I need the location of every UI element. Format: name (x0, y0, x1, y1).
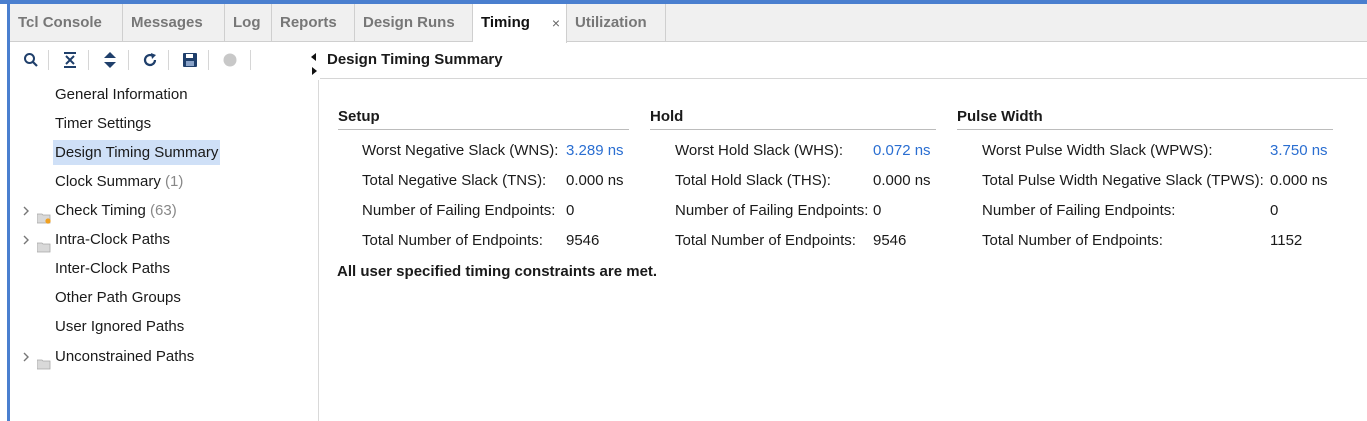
setup-total-endpoints-value: 9546 (566, 232, 600, 249)
toolbar-divider (208, 50, 209, 70)
tree-item-label: Unconstrained Paths (55, 348, 195, 365)
refresh-icon[interactable] (140, 50, 160, 70)
chevron-right-icon[interactable] (22, 342, 32, 371)
folder-icon (36, 351, 51, 370)
whs-label: Worst Hold Slack (WHS): (675, 142, 844, 159)
chevron-right-icon[interactable] (22, 225, 32, 254)
save-icon[interactable] (180, 50, 200, 70)
tree-item-label: Clock Summary (55, 173, 161, 190)
divider (320, 78, 1367, 79)
hold-heading: Hold (650, 108, 936, 130)
close-icon[interactable]: × (552, 4, 560, 42)
tree-item-label: Other Path Groups (55, 289, 181, 306)
tree-item-intra-clock-paths[interactable]: Intra-Clock Paths (10, 225, 310, 254)
tree-item-user-ignored-paths[interactable]: User Ignored Paths (55, 312, 184, 341)
hold-total-endpoints-value: 9546 (873, 232, 907, 249)
tab-label: Utilization (575, 14, 647, 31)
pulse-failing-endpoints-label: Number of Failing Endpoints: (982, 202, 1176, 219)
page-title: Design Timing Summary (327, 51, 503, 68)
toolbar-divider (128, 50, 129, 70)
tree-item-inter-clock-paths[interactable]: Inter-Clock Paths (55, 254, 170, 283)
pulse-failing-endpoints-value: 0 (1270, 202, 1279, 219)
wpws-label: Worst Pulse Width Slack (WPWS): (982, 142, 1213, 159)
tab-design-runs[interactable]: Design Runs (355, 4, 473, 42)
wpws-value-link[interactable]: 3.750 ns (1270, 136, 1328, 166)
tree-item-general-information[interactable]: General Information (55, 80, 188, 109)
tab-timing[interactable]: Timing × (473, 4, 567, 43)
setup-failing-endpoints-value: 0 (566, 202, 575, 219)
setup-failing-endpoints-label: Number of Failing Endpoints: (362, 202, 556, 219)
tab-label: Reports (280, 14, 337, 31)
folder-icon (36, 234, 51, 253)
tab-label: Tcl Console (18, 14, 102, 31)
ths-value: 0.000 ns (873, 172, 931, 189)
tree-item-clock-summary[interactable]: Clock Summary (1) (55, 167, 183, 196)
tree-item-count: (1) (165, 173, 184, 190)
tree-item-label: User Ignored Paths (55, 318, 185, 335)
tree-item-label: Design Timing Summary (53, 140, 221, 165)
tab-reports[interactable]: Reports (272, 4, 355, 42)
pulse-total-endpoints-value: 1152 (1270, 232, 1303, 249)
tree-item-design-timing-summary[interactable]: Design Timing Summary (53, 138, 221, 167)
report-tree: General Information Timer Settings Desig… (10, 80, 319, 421)
toolbar-divider (88, 50, 89, 70)
setup-heading: Setup (338, 108, 629, 130)
wns-value-link[interactable]: 3.289 ns (566, 136, 624, 166)
toolbar-divider (48, 50, 49, 70)
pulse-total-endpoints-label: Total Number of Endpoints: (982, 232, 1163, 249)
tree-item-timer-settings[interactable]: Timer Settings (55, 109, 151, 138)
stop-icon (220, 50, 240, 70)
tab-log[interactable]: Log (225, 4, 272, 42)
panel-collapse-arrows-icon[interactable] (310, 53, 318, 77)
tns-label: Total Negative Slack (TNS): (362, 172, 547, 189)
folder-warning-icon (36, 205, 51, 224)
tree-item-label: General Information (55, 86, 188, 103)
tree-item-count: (63) (150, 202, 177, 219)
tab-label: Design Runs (363, 14, 455, 31)
collapse-all-icon[interactable] (60, 50, 80, 70)
tpws-value: 0.000 ns (1270, 172, 1328, 189)
tab-tcl-console[interactable]: Tcl Console (10, 4, 123, 42)
tree-item-other-path-groups[interactable]: Other Path Groups (55, 283, 181, 312)
tree-item-label: Timer Settings (55, 115, 152, 132)
hold-failing-endpoints-label: Number of Failing Endpoints: (675, 202, 869, 219)
whs-value-link[interactable]: 0.072 ns (873, 136, 931, 166)
tab-messages[interactable]: Messages (123, 4, 225, 42)
pulse-width-heading: Pulse Width (957, 108, 1333, 130)
wns-label: Worst Negative Slack (WNS): (362, 142, 559, 159)
chevron-right-icon[interactable] (22, 196, 32, 225)
tab-label: Messages (131, 14, 203, 31)
tree-item-label: Check Timing (55, 202, 146, 219)
tree-item-unconstrained-paths[interactable]: Unconstrained Paths (10, 342, 310, 371)
tree-item-check-timing[interactable]: Check Timing (63) (10, 196, 310, 225)
hold-failing-endpoints-value: 0 (873, 202, 882, 219)
search-icon[interactable] (21, 50, 41, 70)
tab-label: Timing (481, 14, 530, 31)
tree-item-label: Intra-Clock Paths (55, 231, 171, 248)
toolbar-divider (250, 50, 251, 70)
constraints-met-message: All user specified timing constraints ar… (337, 263, 658, 280)
tab-bar: Tcl Console Messages Log Reports Design … (10, 4, 1367, 43)
tns-value: 0.000 ns (566, 172, 624, 189)
setup-total-endpoints-label: Total Number of Endpoints: (362, 232, 543, 249)
ths-label: Total Hold Slack (THS): (675, 172, 831, 189)
tree-item-label: Inter-Clock Paths (55, 260, 171, 277)
expand-all-icon[interactable] (100, 50, 120, 70)
toolbar (10, 42, 319, 78)
toolbar-divider (168, 50, 169, 70)
tab-utilization[interactable]: Utilization (567, 4, 666, 42)
tpws-label: Total Pulse Width Negative Slack (TPWS): (982, 172, 1264, 189)
tab-label: Log (233, 14, 261, 31)
hold-total-endpoints-label: Total Number of Endpoints: (675, 232, 856, 249)
